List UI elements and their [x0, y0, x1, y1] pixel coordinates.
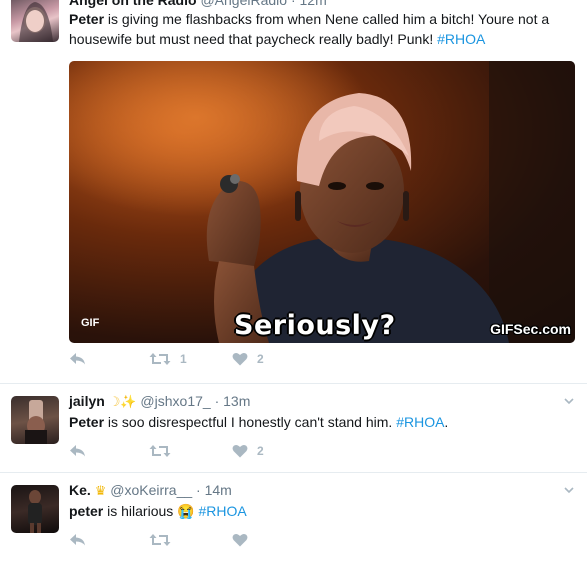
like-count: 2	[257, 352, 264, 366]
handle[interactable]: @jshxo17_	[140, 393, 210, 409]
retweet-button[interactable]	[149, 444, 180, 458]
sparkles-emoji: ✨	[120, 394, 137, 410]
hashtag-link[interactable]: #RHOA	[396, 414, 444, 430]
reply-icon	[70, 445, 85, 457]
reply-button[interactable]	[69, 352, 87, 366]
reply-icon	[70, 353, 85, 365]
chevron-down-icon[interactable]	[564, 485, 574, 495]
tweet-text: Peter is giving me flashbacks from when …	[69, 9, 574, 49]
mention-peter: Peter	[69, 11, 105, 27]
mention-peter: Peter	[69, 414, 105, 430]
display-name[interactable]: Ke.	[69, 482, 91, 498]
avatar[interactable]	[11, 0, 59, 42]
avatar-image	[28, 490, 42, 533]
like-button[interactable]: 2	[232, 444, 264, 458]
heart-icon	[232, 444, 248, 458]
tweet[interactable]: Ke. ♛ @xoKeirra__ · 14m peter is hilario…	[0, 473, 587, 561]
hashtag-link[interactable]: #RHOA	[198, 503, 246, 519]
gif-watermark: GIFSec.com	[490, 321, 571, 337]
like-button[interactable]: 2	[232, 352, 264, 366]
gif-still	[69, 61, 575, 343]
reply-icon	[70, 534, 85, 546]
gif-badge: GIF	[81, 317, 100, 329]
retweet-count: 1	[180, 352, 187, 366]
moon-emoji: ☽	[108, 394, 121, 410]
display-name[interactable]: jailyn	[69, 393, 105, 409]
timestamp[interactable]: 13m	[223, 393, 250, 409]
tweet-header: jailyn ☽✨ @jshxo17_ · 13m	[69, 393, 250, 410]
like-count: 2	[257, 444, 264, 458]
tweet-text: peter is hilarious 😭 #RHOA	[69, 501, 574, 521]
reply-button[interactable]	[69, 533, 87, 547]
tweet-body: is soo disrespectful I honestly can't st…	[104, 414, 397, 430]
reply-button[interactable]	[69, 444, 87, 458]
handle[interactable]: @xoKeirra__	[110, 482, 192, 498]
time-separator: ·	[196, 482, 201, 498]
hashtag-link[interactable]: #RHOA	[437, 31, 485, 47]
tweet-text: Peter is soo disrespectful I honestly ca…	[69, 412, 574, 432]
display-name[interactable]: Angel on the Radio	[69, 0, 197, 8]
retweet-icon	[149, 534, 171, 546]
timestamp[interactable]: 12m	[300, 0, 327, 8]
gif-caption: Seriously?	[234, 310, 396, 341]
tweet-header: Ke. ♛ @xoKeirra__ · 14m	[69, 482, 232, 499]
like-button[interactable]	[232, 533, 257, 547]
tweet-actions	[69, 533, 369, 553]
retweet-button[interactable]: 1	[149, 352, 187, 366]
mention-peter: peter	[69, 503, 104, 519]
avatar-image	[19, 2, 53, 42]
tweet[interactable]: Angel on the Radio @AngelRadio · 12m Pet…	[0, 0, 587, 383]
retweet-icon	[149, 353, 171, 365]
gif-media[interactable]: GIF Seriously? GIFSec.com	[69, 61, 575, 343]
crown-emoji: ♛	[94, 483, 107, 499]
tweet-actions: 1 2	[69, 352, 369, 372]
tweet-text-end: .	[444, 414, 449, 430]
retweet-icon	[149, 445, 171, 457]
time-separator: ·	[290, 0, 296, 8]
handle[interactable]: @AngelRadio	[200, 0, 287, 8]
heart-icon	[232, 352, 248, 366]
retweet-button[interactable]	[149, 533, 180, 547]
tweet-body: is hilarious 😭	[103, 503, 199, 519]
tweet-header: Angel on the Radio @AngelRadio · 12m	[69, 0, 327, 8]
avatar-image	[25, 400, 47, 444]
tweet[interactable]: jailyn ☽✨ @jshxo17_ · 13m Peter is soo d…	[0, 384, 587, 472]
avatar[interactable]	[11, 396, 59, 444]
heart-icon	[232, 533, 248, 547]
avatar[interactable]	[11, 485, 59, 533]
timestamp[interactable]: 14m	[205, 482, 232, 498]
chevron-down-icon[interactable]	[564, 396, 574, 406]
tweet-actions: 2	[69, 444, 369, 464]
time-separator: ·	[214, 393, 220, 409]
